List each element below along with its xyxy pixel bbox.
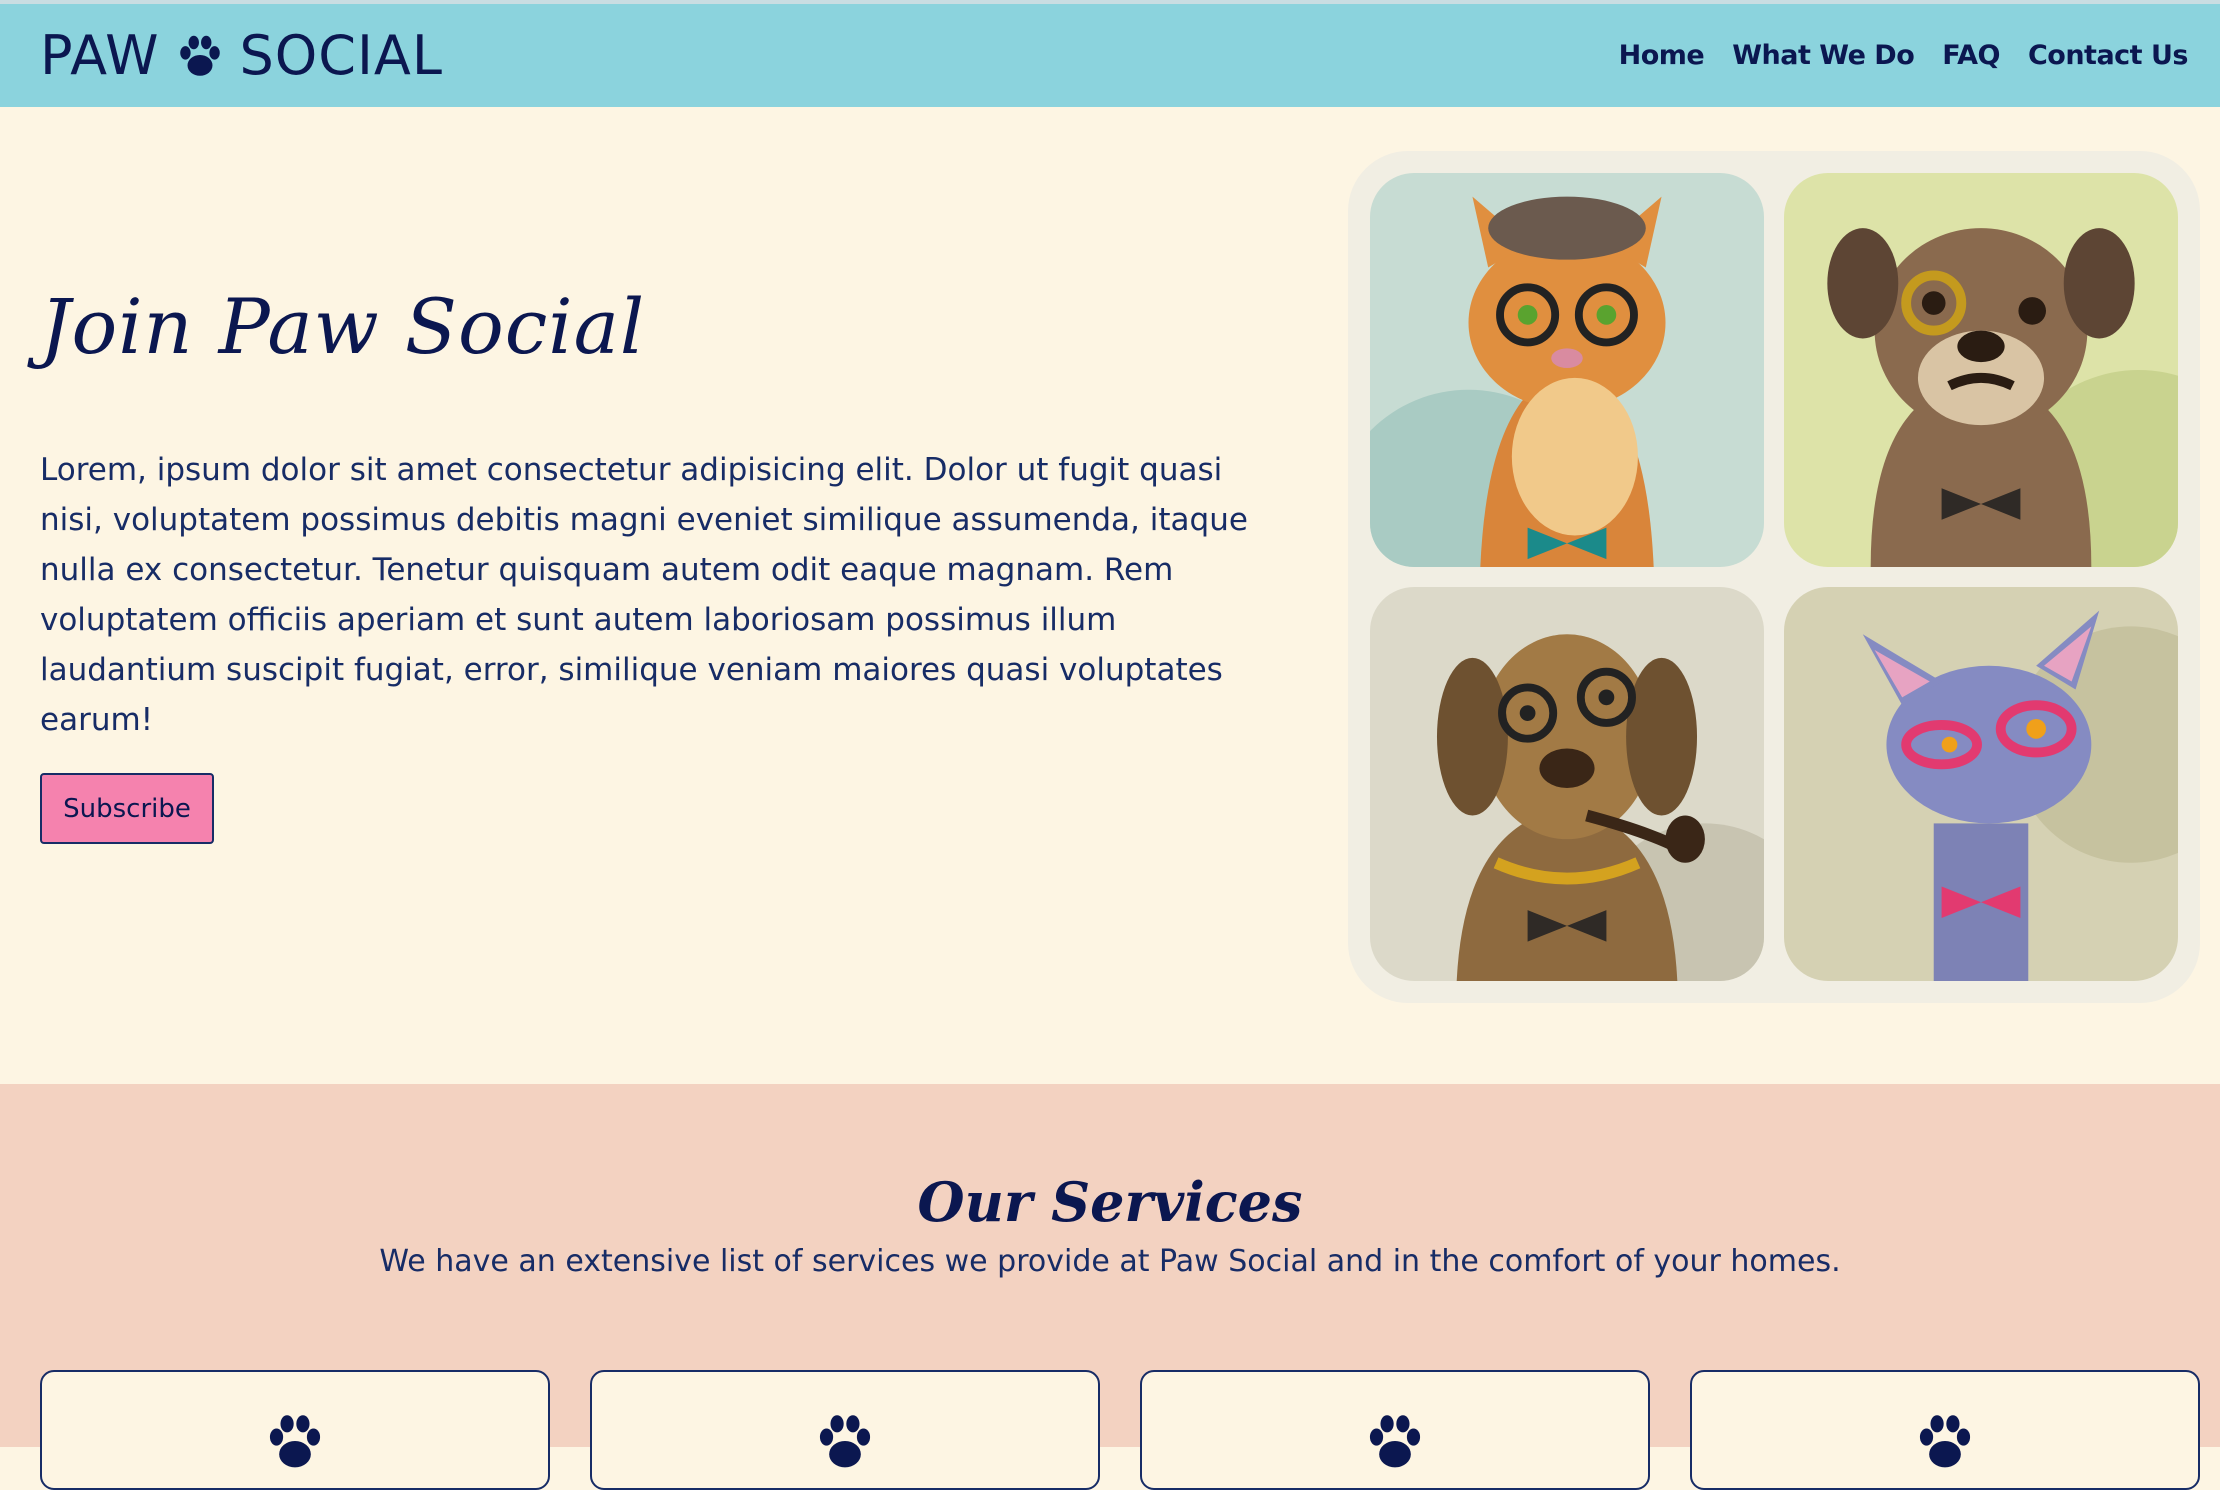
paw-icon bbox=[1919, 1415, 1971, 1468]
service-card[interactable] bbox=[40, 1370, 550, 1490]
nav-link-contact-us[interactable]: Contact Us bbox=[2028, 40, 2189, 71]
dog-with-pipe-illustration bbox=[1370, 587, 1764, 981]
services-title: Our Services bbox=[917, 1170, 1303, 1234]
hero-text: Lorem, ipsum dolor sit amet consectetur … bbox=[40, 452, 1248, 738]
paw-icon bbox=[179, 35, 220, 76]
nav-link-faq[interactable]: FAQ bbox=[1942, 40, 2000, 71]
site-logo[interactable]: PAW SOCIAL bbox=[40, 24, 443, 87]
logo-text-right: SOCIAL bbox=[239, 24, 443, 87]
cat-with-pink-glasses-illustration bbox=[1784, 587, 2178, 981]
cat-with-glasses-illustration bbox=[1370, 173, 1764, 567]
paw-icon bbox=[1369, 1415, 1421, 1468]
dog-with-monocle-illustration bbox=[1784, 173, 2178, 567]
service-card[interactable] bbox=[590, 1370, 1100, 1490]
navbar: PAW SOCIAL Home What We Do FAQ Contact U… bbox=[0, 0, 2220, 107]
services-subtitle: We have an extensive list of services we… bbox=[379, 1244, 1841, 1279]
hero-section: Join Paw Social Lorem, ipsum dolor sit a… bbox=[0, 107, 2220, 1084]
hero-title: Join Paw Social bbox=[40, 282, 646, 371]
service-card[interactable] bbox=[1690, 1370, 2200, 1490]
nav-link-what-we-do[interactable]: What We Do bbox=[1732, 40, 1915, 71]
nav-link-home[interactable]: Home bbox=[1619, 40, 1705, 71]
services-section: Our Services We have an extensive list o… bbox=[0, 1084, 2220, 1490]
paw-icon bbox=[819, 1415, 871, 1468]
paw-icon bbox=[269, 1415, 321, 1468]
main-nav: Home What We Do FAQ Contact Us bbox=[1619, 40, 2189, 71]
service-card[interactable] bbox=[1140, 1370, 1650, 1490]
pets-illustration-grid bbox=[1348, 151, 2200, 1003]
logo-text-left: PAW bbox=[40, 24, 160, 87]
subscribe-button[interactable]: Subscribe bbox=[40, 773, 214, 844]
